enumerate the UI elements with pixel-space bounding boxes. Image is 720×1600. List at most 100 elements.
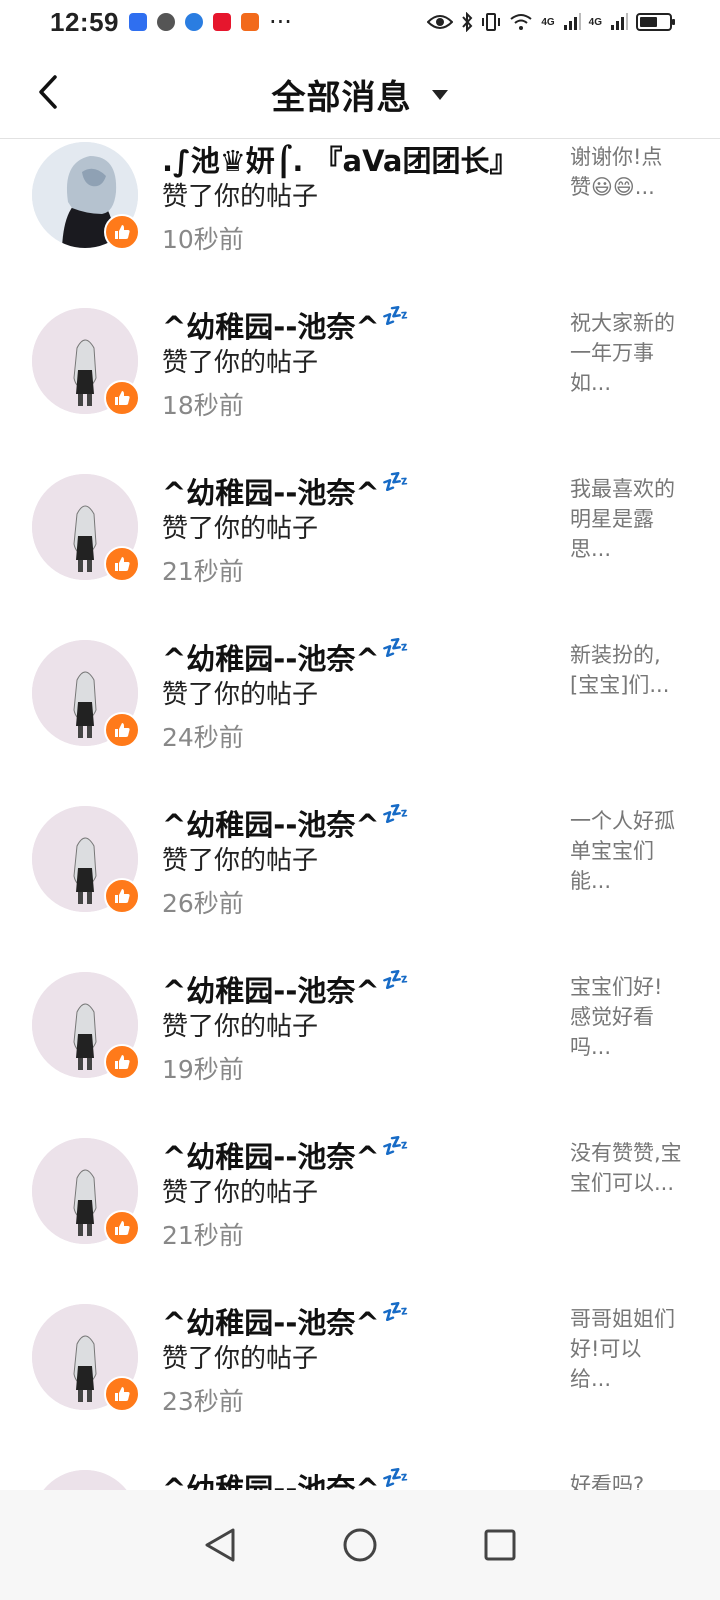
vibrate-icon [482,13,501,31]
avatar-container[interactable] [32,142,140,250]
more-notifications: ··· [269,8,292,36]
status-bar: 12:59 ··· 4G 4G [0,0,720,44]
sleep-icon: 💤 [381,470,410,495]
user-name[interactable]: ^幼稚园--池奈^💤 [162,1134,409,1176]
nav-recents-button[interactable] [475,1520,525,1570]
nav-back-button[interactable] [195,1520,245,1570]
message-item[interactable]: ^幼稚园--池奈^💤 好看吗? [0,1466,720,1490]
eye-icon [427,15,454,29]
signal-2-label: 4G [588,16,602,28]
avatar-container[interactable] [32,806,140,914]
thumbs-up-icon [115,723,130,737]
user-name[interactable]: ^幼稚园--池奈^💤 [162,1466,409,1490]
user-name[interactable]: ^幼稚园--池奈^💤 [162,304,409,346]
message-item[interactable]: ^幼稚园--池奈^💤 赞了你的帖子 24秒前 新装扮的,[宝宝]们... [0,636,720,802]
status-right: 4G 4G [427,12,675,32]
post-preview[interactable]: 没有赞赞,宝宝们可以... [570,1138,682,1198]
user-name-text: ^幼稚园--池奈^ [162,642,380,676]
bluetooth-icon [462,12,473,32]
like-badge [104,1044,140,1080]
page-title: 全部消息 [271,78,412,118]
action-text: 赞了你的帖子 [162,1178,319,1208]
post-preview[interactable]: 哥哥姐姐们好!可以给... [570,1304,682,1394]
action-text: 赞了你的帖子 [162,846,319,876]
message-item[interactable]: ^幼稚园--池奈^💤 赞了你的帖子 19秒前 宝宝们好!感觉好看吗... [0,968,720,1134]
like-badge [104,1210,140,1246]
message-item[interactable]: ^幼稚园--池奈^💤 赞了你的帖子 18秒前 祝大家新的一年万事如... [0,304,720,470]
action-text: 赞了你的帖子 [162,1012,319,1042]
user-name-text: ^幼稚园--池奈^ [162,310,380,344]
user-name[interactable]: ^幼稚园--池奈^💤 [162,802,409,844]
action-text: 赞了你的帖子 [162,182,319,212]
header: 全部消息 [0,44,720,139]
caret-down-icon [431,89,448,100]
wifi-icon [510,14,532,30]
battery-level [640,17,657,27]
message-item[interactable]: ^幼稚园--池奈^💤 赞了你的帖子 23秒前 哥哥姐姐们好!可以给... [0,1300,720,1466]
post-preview[interactable]: 祝大家新的一年万事如... [570,308,682,398]
timestamp: 21秒前 [162,1221,244,1250]
sleep-icon: 💤 [381,636,410,661]
browser-icon [185,13,203,31]
user-name[interactable]: ^幼稚园--池奈^💤 [162,636,409,678]
action-text: 赞了你的帖子 [162,514,319,544]
wechat-icon [157,13,175,31]
avatar-container[interactable] [32,1470,138,1490]
status-time: 12:59 [50,6,119,37]
user-name-text: ^幼稚园--池奈^ [162,1306,380,1340]
avatar-container[interactable] [32,972,140,1080]
action-text: 赞了你的帖子 [162,1344,319,1374]
post-preview[interactable]: 谢谢你!点赞😃😄... [570,142,682,202]
avatar-container[interactable] [32,474,140,582]
like-badge [104,380,140,416]
sleep-icon: 💤 [381,1300,410,1325]
like-badge [104,546,140,582]
message-item[interactable]: ^幼稚园--池奈^💤 赞了你的帖子 26秒前 一个人好孤单宝宝们能... [0,802,720,968]
status-left: 12:59 ··· [50,7,292,38]
avatar-container[interactable] [32,1304,140,1412]
action-text: 赞了你的帖子 [162,680,319,710]
sleep-icon: 💤 [381,1466,410,1490]
user-name[interactable]: ^幼稚园--池奈^💤 [162,1300,409,1342]
user-name-text: .∫池♛妍⌠. 『aVa团团长』 [162,144,519,178]
user-name-text: ^幼稚园--池奈^ [162,808,380,842]
timestamp: 23秒前 [162,1387,244,1416]
like-badge [104,878,140,914]
nav-home-button[interactable] [335,1520,385,1570]
thumbs-up-icon [115,1221,130,1235]
timestamp: 24秒前 [162,723,244,752]
signal-icon [563,13,581,30]
post-preview[interactable]: 一个人好孤单宝宝们能... [570,806,682,896]
message-item[interactable]: .∫池♛妍⌠. 『aVa团团长』 赞了你的帖子 10秒前 谢谢你!点赞😃😄... [0,138,720,304]
avatar-container[interactable] [32,1138,140,1246]
post-preview[interactable]: 新装扮的,[宝宝]们... [570,640,682,700]
title-dropdown[interactable]: 全部消息 [0,70,720,119]
thumbs-up-icon [115,889,130,903]
sleep-icon: 💤 [381,304,410,329]
avatar-container[interactable] [32,308,140,416]
recents-square-icon [484,1529,516,1561]
timestamp: 21秒前 [162,557,244,586]
timestamp: 19秒前 [162,1055,244,1084]
timestamp: 10秒前 [162,225,244,254]
thumbs-up-icon [115,557,130,571]
app-icon [241,13,259,31]
user-name[interactable]: ^幼稚园--池奈^💤 [162,968,409,1010]
home-circle-icon [343,1528,377,1562]
like-badge [104,712,140,748]
message-item[interactable]: ^幼稚园--池奈^💤 赞了你的帖子 21秒前 没有赞赞,宝宝们可以... [0,1134,720,1300]
like-badge [104,1376,140,1412]
user-name[interactable]: ^幼稚园--池奈^💤 [162,470,409,512]
user-name-text: ^幼稚园--池奈^ [162,476,380,510]
timestamp: 26秒前 [162,889,244,918]
avatar-image [32,1470,138,1490]
thumbs-up-icon [115,1387,130,1401]
post-preview[interactable]: 宝宝们好!感觉好看吗... [570,972,682,1062]
message-item[interactable]: ^幼稚园--池奈^💤 赞了你的帖子 21秒前 我最喜欢的明星是露思... [0,470,720,636]
avatar-container[interactable] [32,640,140,748]
post-preview[interactable]: 好看吗? [570,1470,682,1490]
user-name[interactable]: .∫池♛妍⌠. 『aVa团团长』 [162,138,519,180]
timestamp: 18秒前 [162,391,244,420]
user-name-text: ^幼稚园--池奈^ [162,974,380,1008]
post-preview[interactable]: 我最喜欢的明星是露思... [570,474,682,564]
